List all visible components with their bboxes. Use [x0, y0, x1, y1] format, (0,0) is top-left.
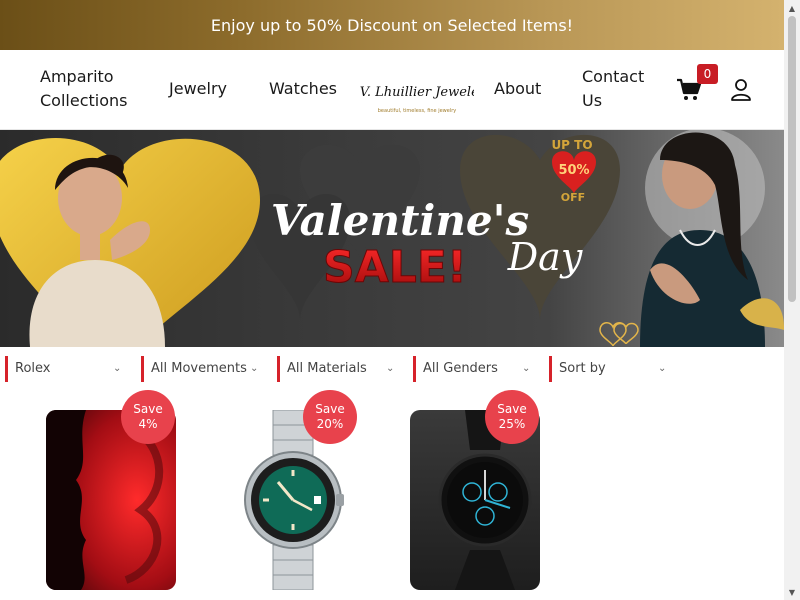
logo-tagline: beautiful, timeless, fine jewelry	[378, 108, 457, 114]
filter-label: Rolex	[15, 361, 51, 376]
nav-amparito-line2: Collections	[40, 91, 128, 110]
site-header: Amparito Collections Jewelry Watches M.V…	[0, 50, 784, 130]
promo-banner: Enjoy up to 50% Discount on Selected Ite…	[0, 0, 784, 50]
discount-badge-1: Save 4%	[121, 390, 175, 444]
chevron-down-icon: ⌄	[386, 363, 395, 374]
hero-off-text: OFF	[561, 191, 585, 204]
sort-by-select[interactable]: Sort by ⌄	[549, 356, 679, 382]
filter-label: All Materials	[287, 361, 367, 376]
filter-label: All Genders	[423, 361, 498, 376]
nav-watches[interactable]: Watches	[269, 77, 337, 101]
valentines-hero-banner[interactable]: UP TO 50% OFF Valentine's Day SALE!	[0, 130, 784, 347]
badge-save-label: Save	[133, 402, 163, 416]
nav-about[interactable]: About	[494, 77, 541, 101]
badge-percent: 4%	[138, 417, 158, 431]
logo-main-text: M.V. Lhuillier Jewelers	[360, 85, 474, 100]
user-icon[interactable]	[730, 78, 752, 102]
hero-valentines-script: Valentine's	[271, 196, 529, 245]
chevron-down-icon: ⌄	[658, 363, 667, 374]
filter-label: Sort by	[559, 361, 606, 376]
nav-contact-line2: Us	[582, 91, 603, 110]
nav-contact-line1: Contact	[582, 67, 645, 86]
brand-filter-select[interactable]: Rolex ⌄	[5, 356, 135, 382]
chevron-down-icon: ⌄	[250, 363, 259, 374]
hero-day-script: Day	[507, 235, 583, 279]
hero-sale-text: SALE!	[323, 242, 467, 293]
nav-amparito-collections[interactable]: Amparito Collections	[40, 65, 127, 113]
material-filter-select[interactable]: All Materials ⌄	[277, 356, 407, 382]
nav-jewelry[interactable]: Jewelry	[169, 77, 227, 101]
discount-badge-2: Save 20%	[303, 390, 357, 444]
chevron-down-icon: ⌄	[522, 363, 531, 374]
nav-contact-us[interactable]: Contact Us	[582, 65, 644, 113]
gender-filter-select[interactable]: All Genders ⌄	[413, 356, 543, 382]
chevron-down-icon: ⌄	[113, 363, 122, 374]
promo-text: Enjoy up to 50% Discount on Selected Ite…	[210, 15, 574, 35]
badge-percent: 20%	[316, 417, 344, 431]
scroll-down-arrow[interactable]: ▼	[784, 584, 800, 600]
nav-amparito-line1: Amparito	[40, 67, 114, 86]
brand-logo[interactable]: M.V. Lhuillier Jewelers beautiful, timel…	[341, 72, 492, 120]
movement-filter-select[interactable]: All Movements ⌄	[141, 356, 271, 382]
badge-percent: 25%	[498, 417, 526, 431]
scroll-up-arrow[interactable]: ▲	[784, 0, 800, 16]
scroll-thumb[interactable]	[788, 16, 796, 302]
page-scrollbar[interactable]: ▲ ▼	[784, 0, 800, 600]
badge-save-label: Save	[315, 402, 345, 416]
filter-label: All Movements	[151, 361, 247, 376]
hero-50-percent: 50%	[558, 163, 589, 178]
hero-up-to-text: UP TO	[551, 138, 592, 152]
product-filters: Rolex ⌄ All Movements ⌄ All Materials ⌄ …	[0, 347, 784, 392]
badge-save-label: Save	[497, 402, 527, 416]
cart-count-badge: 0	[697, 64, 718, 84]
discount-badge-3: Save 25%	[485, 390, 539, 444]
